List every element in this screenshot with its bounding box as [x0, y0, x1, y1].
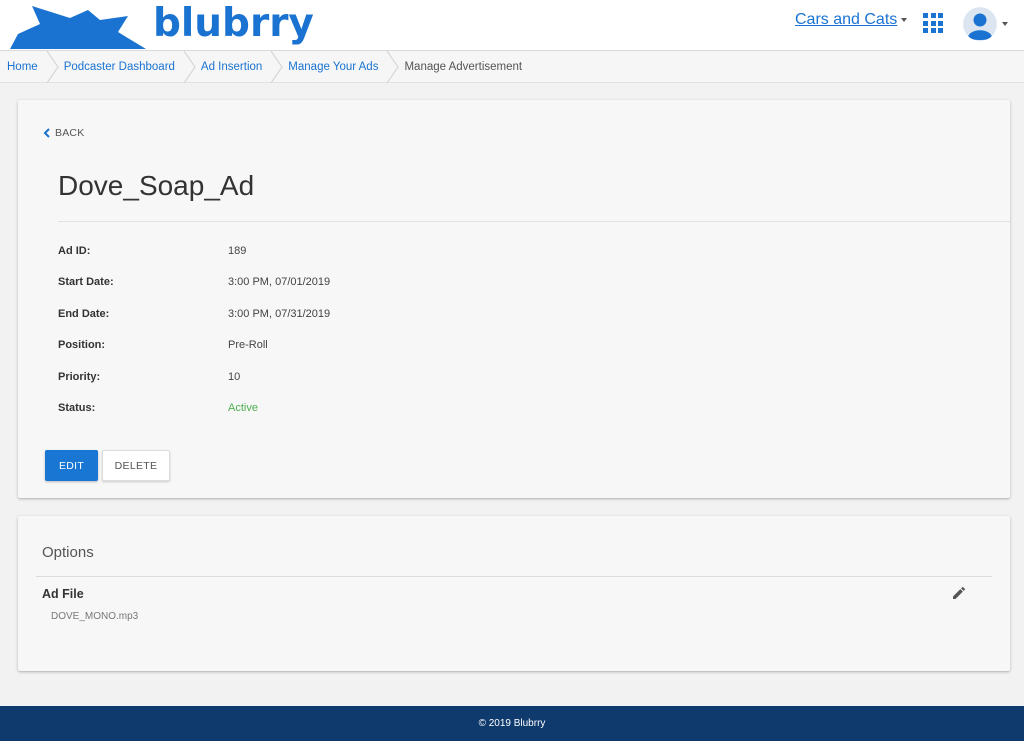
- status-badge: Active: [228, 402, 258, 414]
- ad-file-name: DOVE_MONO.mp3: [51, 611, 139, 622]
- options-divider: [36, 576, 992, 577]
- detail-value: 10: [228, 371, 241, 383]
- breadcrumb-item-podcaster-dashboard[interactable]: Podcaster Dashboard: [64, 51, 175, 83]
- ad-details-card: BACK Dove_Soap_Ad Ad ID: 189 Start Date:…: [18, 100, 1010, 498]
- pencil-edit-icon[interactable]: [951, 585, 967, 601]
- options-title: Options: [42, 544, 94, 561]
- detail-value: 3:00 PM, 07/31/2019: [228, 308, 331, 320]
- breadcrumb-item-manage-your-ads[interactable]: Manage Your Ads: [288, 51, 378, 83]
- ad-file-label: Ad File: [42, 587, 84, 601]
- detail-value: 3:00 PM, 07/01/2019: [228, 276, 331, 288]
- breadcrumb-link-podcaster-dashboard[interactable]: Podcaster Dashboard: [64, 61, 175, 73]
- detail-row-position: Position: Pre-Roll: [58, 335, 268, 355]
- blubrry-logo-text[interactable]: blubrry: [153, 1, 314, 47]
- back-label[interactable]: BACK: [55, 127, 84, 139]
- breadcrumb-item-home[interactable]: Home: [0, 51, 38, 83]
- detail-row-ad-id: Ad ID: 189: [58, 241, 246, 261]
- page-footer: © 2019 Blubrry: [0, 706, 1024, 741]
- breadcrumb-current-page: Manage Advertisement: [404, 60, 523, 73]
- back-link[interactable]: BACK: [43, 127, 84, 139]
- detail-label: Priority:: [58, 371, 101, 383]
- detail-row-priority: Priority: 10: [58, 367, 240, 387]
- page-title: Dove_Soap_Ad: [58, 170, 255, 201]
- account-name[interactable]: Cars and Cats: [795, 11, 897, 28]
- detail-row-start-date: Start Date: 3:00 PM, 07/01/2019: [58, 272, 330, 292]
- breadcrumb-separator-icon: [46, 50, 59, 83]
- edit-button[interactable]: EDIT: [45, 450, 98, 481]
- detail-value: 189: [228, 245, 247, 257]
- breadcrumb-link-ad-insertion[interactable]: Ad Insertion: [201, 61, 262, 73]
- breadcrumb-link-manage-your-ads[interactable]: Manage Your Ads: [288, 61, 378, 73]
- detail-label: Start Date:: [58, 276, 114, 288]
- detail-label: Position:: [58, 339, 106, 351]
- breadcrumb-separator-icon: [183, 50, 196, 83]
- user-menu-caret-icon[interactable]: [1002, 22, 1008, 26]
- user-avatar-icon[interactable]: [963, 7, 997, 41]
- options-card: Options Ad File DOVE_MONO.mp3: [18, 516, 1010, 671]
- detail-row-status: Status: Active: [58, 398, 258, 418]
- title-divider: [58, 221, 1010, 222]
- breadcrumb-item-ad-insertion[interactable]: Ad Insertion: [201, 51, 262, 83]
- chevron-left-icon: [43, 128, 50, 138]
- detail-value: Pre-Roll: [228, 339, 268, 351]
- detail-label: End Date:: [58, 308, 110, 320]
- breadcrumb-item-manage-advertisement: Manage Advertisement: [404, 51, 522, 83]
- account-switcher[interactable]: Cars and Cats: [795, 11, 908, 29]
- delete-button[interactable]: DELETE: [102, 450, 170, 481]
- copyright-text: © 2019 Blubrry: [478, 718, 546, 729]
- top-header: blubrry Cars and Cats: [0, 0, 1024, 51]
- breadcrumb-link-home[interactable]: Home: [7, 61, 38, 73]
- breadcrumb-separator-icon: [270, 50, 283, 83]
- breadcrumb: Home Podcaster Dashboard Ad Insertion Ma…: [0, 50, 1024, 83]
- blubrry-logo-icon[interactable]: [10, 4, 150, 49]
- apps-grid-icon[interactable]: [923, 13, 943, 33]
- caret-down-icon: [901, 17, 908, 22]
- detail-label: Ad ID:: [58, 245, 91, 257]
- detail-label: Status:: [58, 402, 96, 414]
- detail-row-end-date: End Date: 3:00 PM, 07/31/2019: [58, 304, 330, 324]
- breadcrumb-separator-icon: [387, 50, 400, 83]
